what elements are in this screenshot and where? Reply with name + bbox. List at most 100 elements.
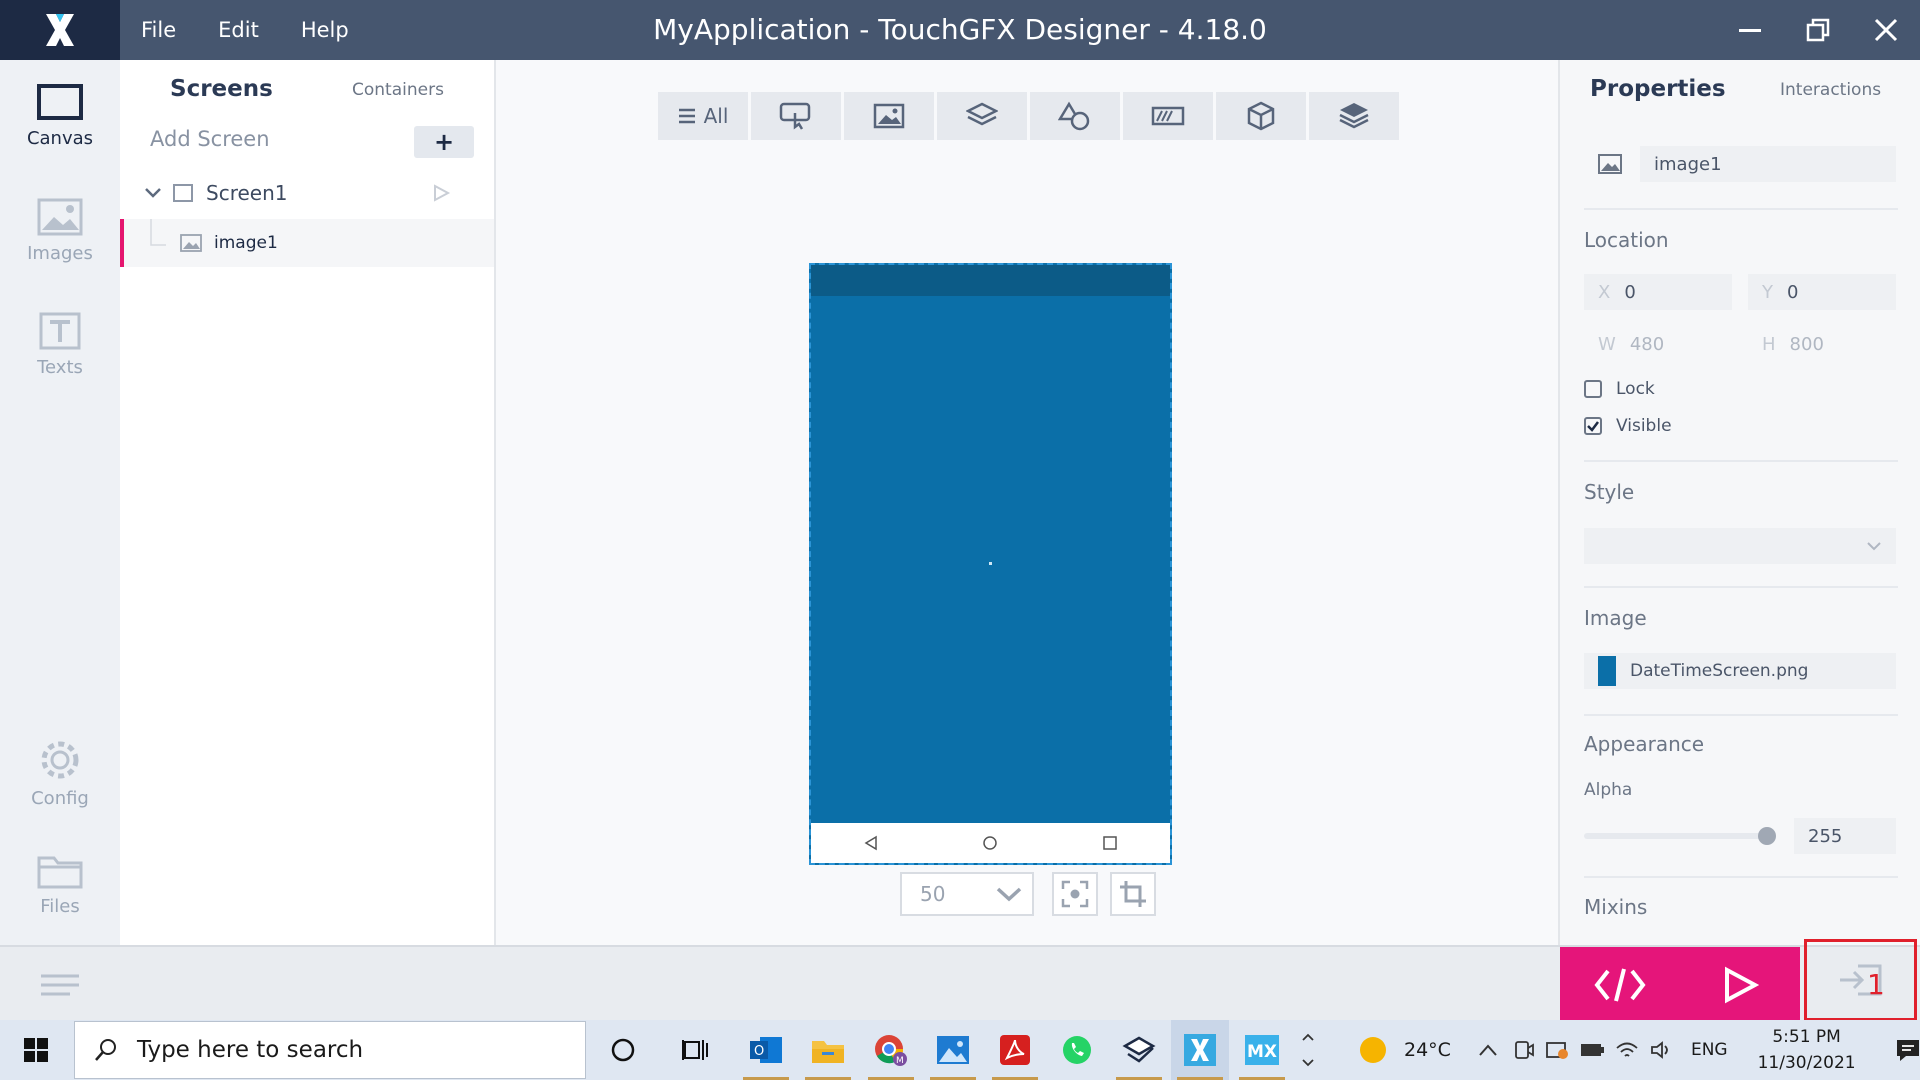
width-input[interactable]: W 480 [1584, 326, 1732, 362]
crop-icon [1120, 881, 1146, 907]
chevron-up-icon[interactable] [1477, 1042, 1499, 1058]
taskbar-outlook[interactable]: O [737, 1020, 795, 1080]
notification-icon[interactable] [1894, 1037, 1920, 1063]
log-toggle[interactable] [40, 973, 80, 1001]
run-simulator-button[interactable] [1680, 947, 1800, 1022]
clock[interactable]: 5:51 PM 11/30/2021 [1758, 1024, 1856, 1076]
chevron-down-icon[interactable] [144, 186, 162, 200]
clock-time: 5:51 PM [1772, 1027, 1841, 1047]
add-screen-button[interactable]: + [414, 126, 474, 158]
generate-code-button[interactable] [1560, 947, 1680, 1022]
image-section-title: Image [1584, 606, 1647, 630]
screen-preview[interactable] [809, 263, 1172, 865]
menu-help[interactable]: Help [280, 0, 370, 60]
alpha-slider-track[interactable] [1584, 833, 1768, 839]
stm32-programmer-icon [1122, 1036, 1156, 1063]
zoom-select[interactable]: 50 [900, 872, 1034, 916]
taskbar-touchgfx[interactable] [1171, 1020, 1229, 1080]
taskbar-photos[interactable] [924, 1020, 982, 1080]
taskbar-stm32-tool[interactable] [1110, 1020, 1168, 1080]
visible-checkbox[interactable] [1584, 417, 1602, 435]
taskbar-overflow[interactable] [1297, 1020, 1319, 1080]
taskbar-file-explorer[interactable] [799, 1020, 857, 1080]
meet-now-icon[interactable] [1513, 1039, 1535, 1061]
alpha-slider-handle[interactable] [1758, 827, 1776, 845]
filter-3d-button[interactable] [1216, 92, 1306, 140]
layers-icon [966, 102, 998, 126]
wifi-icon[interactable] [1615, 1039, 1639, 1061]
lock-checkbox[interactable] [1584, 380, 1602, 398]
x-input[interactable]: X 0 [1584, 274, 1732, 310]
filter-shapes-button[interactable] [1030, 92, 1120, 140]
filter-interactive-button[interactable] [751, 92, 841, 140]
height-input[interactable]: H 800 [1748, 326, 1896, 362]
taskbar-search[interactable]: Type here to search [74, 1021, 586, 1079]
restore-button[interactable] [1784, 0, 1852, 60]
cortana-button[interactable] [594, 1020, 652, 1080]
properties-panel: Properties Interactions image1 Location … [1558, 60, 1920, 945]
nav-files[interactable]: Files [0, 833, 120, 933]
picture-icon [873, 103, 905, 129]
task-view-button[interactable] [666, 1020, 724, 1080]
image-file-name: DateTimeScreen.png [1630, 661, 1809, 681]
play-outline-icon[interactable] [431, 183, 451, 203]
tab-containers[interactable]: Containers [352, 80, 444, 100]
tab-interactions[interactable]: Interactions [1780, 80, 1881, 100]
minimize-button[interactable] [1716, 0, 1784, 60]
menu-edit[interactable]: Edit [197, 0, 280, 60]
mixins-section-title: Mixins [1584, 895, 1648, 919]
taskbar-stm32cubemx[interactable]: MX [1233, 1020, 1291, 1080]
close-button[interactable] [1852, 0, 1920, 60]
filter-images-button[interactable] [844, 92, 934, 140]
style-select[interactable] [1584, 528, 1896, 564]
tab-properties[interactable]: Properties [1590, 76, 1726, 102]
alpha-input[interactable]: 255 [1794, 818, 1896, 854]
tree-item-screen1[interactable]: Screen1 [120, 169, 494, 217]
chevron-updown-icon [1302, 1033, 1314, 1067]
tree-item-image1[interactable]: image1 [120, 219, 494, 267]
taskbar-acrobat[interactable] [986, 1020, 1044, 1080]
nav-images[interactable]: Images [0, 180, 120, 280]
system-tray: 24°C ENG 5:51 PM 11/30/2021 [1356, 1020, 1920, 1080]
weather-sun-icon[interactable] [1356, 1033, 1390, 1067]
h-value: 800 [1789, 333, 1824, 355]
battery-icon[interactable] [1579, 1041, 1605, 1059]
filter-containers-button[interactable] [937, 92, 1027, 140]
nav-images-label: Images [27, 242, 93, 264]
onedrive-sync-icon[interactable] [1545, 1039, 1569, 1061]
language-indicator[interactable]: ENG [1691, 1040, 1728, 1060]
divider [1584, 208, 1898, 210]
add-screen-label: Add Screen [150, 127, 270, 151]
menu-lines-icon [41, 974, 79, 996]
lock-checkbox-row[interactable]: Lock [1584, 379, 1655, 399]
divider [1584, 714, 1898, 716]
touchgfx-logo[interactable] [0, 0, 120, 60]
w-label: W [1598, 333, 1616, 355]
filter-layers-button[interactable] [1309, 92, 1399, 140]
y-input[interactable]: Y 0 [1748, 274, 1896, 310]
nav-canvas[interactable]: Canvas [0, 65, 120, 165]
widget-name-input[interactable]: image1 [1640, 146, 1896, 182]
start-button[interactable] [0, 1020, 72, 1080]
nav-config[interactable]: Config [0, 723, 120, 823]
volume-icon[interactable] [1649, 1039, 1673, 1061]
image-icon [180, 234, 202, 252]
design-canvas[interactable]: All 50 [496, 60, 1558, 945]
nav-texts[interactable]: Texts [0, 294, 120, 394]
shapes-icon [1058, 101, 1090, 131]
stacked-layers-icon [1339, 103, 1369, 129]
crop-button[interactable] [1110, 872, 1156, 916]
menu-file[interactable]: File [120, 0, 197, 60]
fit-to-screen-button[interactable] [1052, 872, 1098, 916]
task-view-icon [682, 1040, 708, 1060]
image-file-select[interactable]: DateTimeScreen.png [1584, 653, 1896, 689]
weather-temp[interactable]: 24°C [1404, 1039, 1451, 1061]
filter-progress-button[interactable] [1123, 92, 1213, 140]
run-target-button[interactable]: 1 [1804, 939, 1917, 1021]
visible-checkbox-row[interactable]: Visible [1584, 416, 1672, 436]
tab-screens[interactable]: Screens [170, 76, 273, 102]
taskbar-chrome[interactable]: M [862, 1020, 920, 1080]
taskbar-whatsapp[interactable] [1048, 1020, 1106, 1080]
filter-all-button[interactable]: All [658, 92, 748, 140]
appearance-section-title: Appearance [1584, 732, 1705, 756]
